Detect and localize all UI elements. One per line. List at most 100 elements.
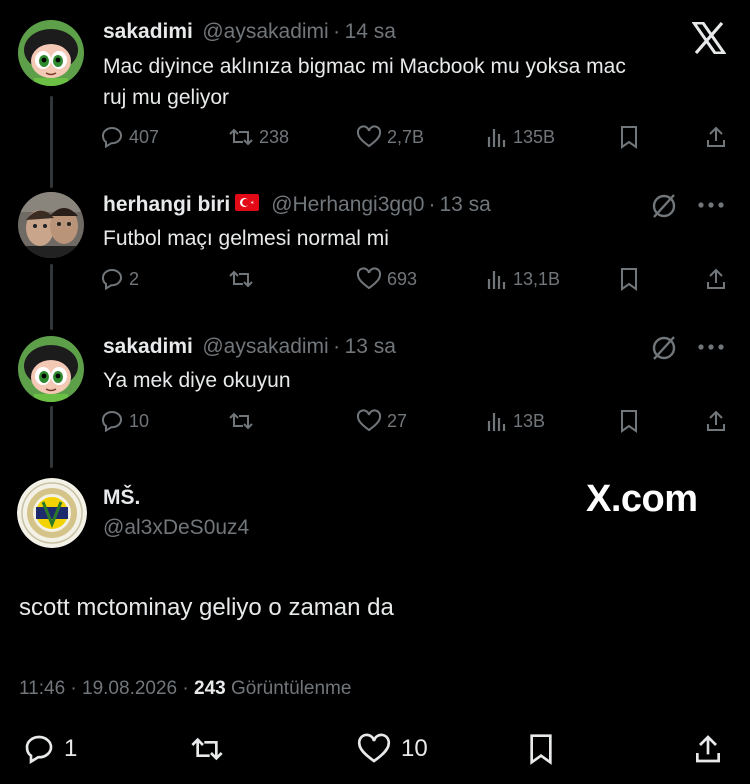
thread-line [50,96,53,188]
like-count: 27 [387,410,408,431]
repost-arrows-icon [191,737,223,761]
bookmark-icon [621,268,637,291]
author-name[interactable]: herhangi biri [103,193,230,217]
avatar[interactable] [18,20,84,86]
author-handle[interactable]: @Herhangi3gq0 [271,193,424,217]
tweet-text-line: Mac diyince aklınıza bigmac mi Macbook m… [103,55,626,78]
timestamp[interactable]: 14 sa [345,20,396,43]
bookmark-button[interactable] [618,409,640,433]
share-upload-icon [707,268,725,289]
view-count: 135B [513,126,556,147]
watermark-xcom: X.com [586,478,698,520]
repost-arrows-icon [229,270,253,288]
like-button[interactable]: 693 [356,267,417,291]
like-count: 10 [401,735,428,762]
reply-button[interactable]: 407 [100,125,159,149]
heart-icon [356,409,382,432]
reply-count: 407 [129,126,160,147]
author-name[interactable]: sakadimi [103,335,193,358]
action-bar: 2 693 13,1B [100,267,740,297]
repost-count: 238 [259,126,290,147]
like-count: 693 [387,268,418,289]
separator-dot: · [428,193,436,216]
tweet-timestamp[interactable]: 11:46 · 19.08.2026 · [19,678,189,699]
like-count: 2,7B [387,126,425,147]
turkey-flag-icon [235,194,260,216]
view-count: 13,1B [513,268,561,289]
share-upload-icon [707,126,725,147]
grok-slash-icon[interactable] [650,334,678,367]
views-button[interactable]: 13,1B [486,267,560,291]
author-name[interactable]: MŠ. [103,486,140,510]
reply-count: 10 [129,410,150,431]
share-button[interactable] [704,267,728,291]
separator-dot: · [333,20,341,43]
main-tweet-text: scott mctominay geliyo o zaman da [19,594,394,621]
x-logo-icon[interactable] [691,21,727,55]
reply-button[interactable]: 10 [100,409,149,433]
three-dots-icon [698,344,724,350]
avatar[interactable] [17,478,87,548]
bookmark-icon [621,126,637,149]
views-button[interactable]: 135B [486,125,555,149]
heart-icon [357,733,391,763]
speech-bubble-icon [101,126,123,149]
heart-icon [356,125,382,148]
share-button[interactable] [704,409,728,433]
bookmark-button[interactable] [618,267,640,291]
view-count: 13B [513,410,546,431]
views-label: Görüntülenme [231,678,352,699]
bar-chart-icon [487,129,506,147]
timestamp[interactable]: 13 sa [345,335,396,358]
share-upload-icon [707,410,725,431]
more-button[interactable] [697,198,729,217]
author-name[interactable]: sakadimi [103,20,193,43]
repost-arrows-icon [229,412,253,430]
action-bar: 407 238 2,7B 135B [100,125,740,155]
separator-dot: · [333,335,341,358]
bookmark-button[interactable] [525,733,557,765]
repost-button[interactable] [228,409,254,433]
more-button[interactable] [697,340,729,359]
repost-button[interactable]: 238 [228,125,289,149]
tweet-text: Mac diyince aklınıza bigmac mi Macbook m… [103,51,733,113]
tweet-text-line: ruj mu geliyor [103,86,230,109]
tweet-text-line: Futbol maçı gelmesi normal mi [103,227,389,250]
like-button[interactable]: 10 [355,733,428,765]
bar-chart-icon [487,413,506,431]
grok-slash-icon[interactable] [650,192,678,225]
speech-bubble-icon [101,268,123,291]
repost-button[interactable] [228,267,254,291]
author-handle[interactable]: @aysakadimi [202,335,328,358]
like-button[interactable]: 27 [356,409,407,433]
reply-button[interactable]: 1 [22,733,77,765]
speech-bubble-icon [25,735,53,765]
reply-count: 1 [64,735,78,762]
thread-line [50,264,53,330]
heart-icon [356,267,382,290]
reply-button[interactable]: 2 [100,267,139,291]
avatar[interactable] [18,192,84,258]
tweet-text: Ya mek diye okuyun [103,365,733,396]
repost-button[interactable] [188,733,226,765]
avatar[interactable] [18,336,84,402]
views-count: 243 [194,678,226,699]
thread-line [50,406,53,468]
bookmark-icon [530,734,552,765]
speech-bubble-icon [101,410,123,433]
bar-chart-icon [487,271,506,289]
views-button[interactable]: 13B [486,409,545,433]
action-bar: 10 27 13B [100,409,740,439]
author-handle[interactable]: @aysakadimi [202,20,328,43]
bookmark-button[interactable] [618,125,640,149]
share-upload-icon [696,735,720,763]
like-button[interactable]: 2,7B [356,125,424,149]
reply-count: 2 [129,268,140,289]
tweet-text-line: Ya mek diye okuyun [103,369,291,392]
share-button[interactable] [692,733,724,765]
author-handle[interactable]: @al3xDeS0uz4 [103,516,249,540]
bookmark-icon [621,410,637,433]
share-button[interactable] [704,125,728,149]
timestamp[interactable]: 13 sa [439,193,490,217]
repost-arrows-icon [229,128,253,146]
